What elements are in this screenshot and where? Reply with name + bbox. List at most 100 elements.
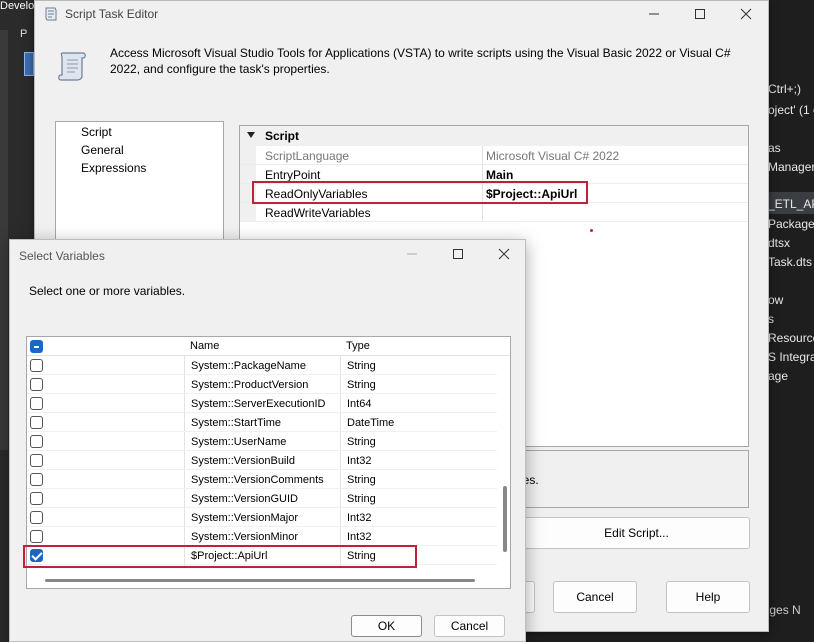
property-row-readwritevariables[interactable]: ReadWriteVariables xyxy=(240,203,748,222)
vertical-scrollbar[interactable] xyxy=(499,356,511,571)
list-item[interactable]: System::VersionMajor Int32 xyxy=(27,508,497,527)
minimize-icon xyxy=(648,8,660,20)
list-item[interactable]: System::StartTime DateTime xyxy=(27,413,497,432)
property-value[interactable]: Main xyxy=(486,168,513,182)
ide-right-item[interactable]: _ETL_API xyxy=(768,197,814,211)
highlight-selected-variable xyxy=(23,545,417,568)
editor-description: Access Microsoft Visual Studio Tools for… xyxy=(110,45,760,77)
ide-right-item[interactable]: Resource xyxy=(768,331,814,345)
property-row-scriptlanguage[interactable]: ScriptLanguage Microsoft Visual C# 2022 xyxy=(240,146,748,165)
vertical-scroll-thumb[interactable] xyxy=(503,486,507,552)
variable-name: System::VersionBuild xyxy=(191,455,295,467)
close-button[interactable] xyxy=(481,240,527,268)
variable-checkbox[interactable] xyxy=(30,454,43,467)
dialog-prompt: Select one or more variables. xyxy=(29,284,185,298)
maximize-button[interactable] xyxy=(677,1,723,27)
window-title: Script Task Editor xyxy=(65,7,158,21)
ide-right-item[interactable]: S Integrat xyxy=(768,350,814,364)
cancel-button[interactable]: Cancel xyxy=(434,615,505,637)
ok-button[interactable]: OK xyxy=(351,615,422,637)
category-label: Script xyxy=(265,129,299,143)
variable-name: System::PackageName xyxy=(191,360,306,372)
variable-checkbox[interactable] xyxy=(30,473,43,486)
column-header-name[interactable]: Name xyxy=(190,340,219,352)
ide-solution-explorer: Ctrl+;) oject' (1 o as Managers _ETL_API… xyxy=(768,0,814,642)
close-icon xyxy=(498,248,510,260)
ide-left-tab[interactable]: P xyxy=(20,28,34,42)
minimize-button[interactable] xyxy=(389,240,435,268)
ide-right-item[interactable]: Package. xyxy=(768,217,814,231)
variable-type: Int32 xyxy=(347,531,371,543)
close-icon xyxy=(740,8,752,20)
minimize-button[interactable] xyxy=(631,1,677,27)
variable-name: System::VersionMinor xyxy=(191,531,298,543)
ide-right-item[interactable]: Ctrl+;) xyxy=(768,82,801,96)
variable-type: String xyxy=(347,493,376,505)
close-button[interactable] xyxy=(723,1,769,27)
ide-right-item[interactable]: age xyxy=(768,369,788,383)
list-item[interactable]: System::VersionBuild Int32 xyxy=(27,451,497,470)
variable-checkbox[interactable] xyxy=(30,492,43,505)
cancel-button[interactable]: Cancel xyxy=(553,581,637,613)
ide-title-fragment: Develo xyxy=(0,0,34,12)
row-gutter xyxy=(240,146,256,164)
nav-item-general[interactable]: General xyxy=(81,143,124,157)
variable-name: System::StartTime xyxy=(191,417,281,429)
ide-right-item[interactable]: ow xyxy=(768,293,783,307)
nav-item-script[interactable]: Script xyxy=(81,125,112,139)
property-value[interactable]: Microsoft Visual C# 2022 xyxy=(486,149,619,163)
property-name: ScriptLanguage xyxy=(265,149,349,163)
list-item[interactable]: System::ProductVersion String xyxy=(27,375,497,394)
property-category-script[interactable]: Script xyxy=(240,126,748,146)
list-item[interactable]: System::UserName String xyxy=(27,432,497,451)
variable-name: System::UserName xyxy=(191,436,286,448)
ide-right-item[interactable]: as xyxy=(768,141,781,155)
select-variables-dialog: Select Variables Select one or more vari… xyxy=(9,239,526,642)
help-button[interactable]: Help xyxy=(666,581,750,613)
ide-right-item[interactable]: Task.dts xyxy=(768,255,812,269)
list-item[interactable]: System::VersionComments String xyxy=(27,470,497,489)
nav-item-expressions[interactable]: Expressions xyxy=(81,161,146,175)
variable-checkbox[interactable] xyxy=(30,378,43,391)
annotation-dot xyxy=(590,229,593,232)
title-bar[interactable]: Script Task Editor xyxy=(35,1,768,27)
list-item[interactable]: System::PackageName String xyxy=(27,356,497,375)
row-gutter xyxy=(240,203,256,221)
minimize-icon xyxy=(406,248,418,260)
variable-type: DateTime xyxy=(347,417,394,429)
list-item[interactable]: System::VersionMinor Int32 xyxy=(27,527,497,546)
variable-checkbox[interactable] xyxy=(30,359,43,372)
highlight-readonlyvariables xyxy=(252,181,588,204)
variable-type: String xyxy=(347,474,376,486)
variable-checkbox[interactable] xyxy=(30,530,43,543)
scroll-icon xyxy=(57,49,91,83)
horizontal-scrollbar[interactable] xyxy=(27,571,497,589)
script-task-icon xyxy=(43,6,59,22)
ide-left-icon xyxy=(24,52,34,76)
ide-right-item[interactable]: dtsx xyxy=(768,236,790,250)
horizontal-scroll-thumb[interactable] xyxy=(45,579,475,582)
column-separator xyxy=(482,203,483,221)
variable-checkbox[interactable] xyxy=(30,511,43,524)
collapse-triangle-icon[interactable] xyxy=(246,130,256,140)
maximize-icon xyxy=(694,8,706,20)
property-name: ReadWriteVariables xyxy=(265,206,371,220)
select-all-checkbox[interactable] xyxy=(30,340,43,353)
maximize-icon xyxy=(452,248,464,260)
edit-script-button[interactable]: Edit Script... xyxy=(523,517,750,549)
ide-left-toolstrip xyxy=(0,30,8,450)
list-item[interactable]: System::VersionGUID String xyxy=(27,489,497,508)
maximize-button[interactable] xyxy=(435,240,481,268)
variable-name: System::VersionComments xyxy=(191,474,324,486)
ide-right-item[interactable]: Managers xyxy=(768,160,814,174)
property-name: EntryPoint xyxy=(265,168,320,182)
variable-type: Int32 xyxy=(347,512,371,524)
variable-checkbox[interactable] xyxy=(30,435,43,448)
variable-type: Int32 xyxy=(347,455,371,467)
variable-checkbox[interactable] xyxy=(30,416,43,429)
ide-right-item[interactable]: oject' (1 o xyxy=(768,103,814,117)
column-separator xyxy=(482,146,483,164)
column-header-type[interactable]: Type xyxy=(346,340,370,352)
list-item[interactable]: System::ServerExecutionID Int64 xyxy=(27,394,497,413)
variable-checkbox[interactable] xyxy=(30,397,43,410)
